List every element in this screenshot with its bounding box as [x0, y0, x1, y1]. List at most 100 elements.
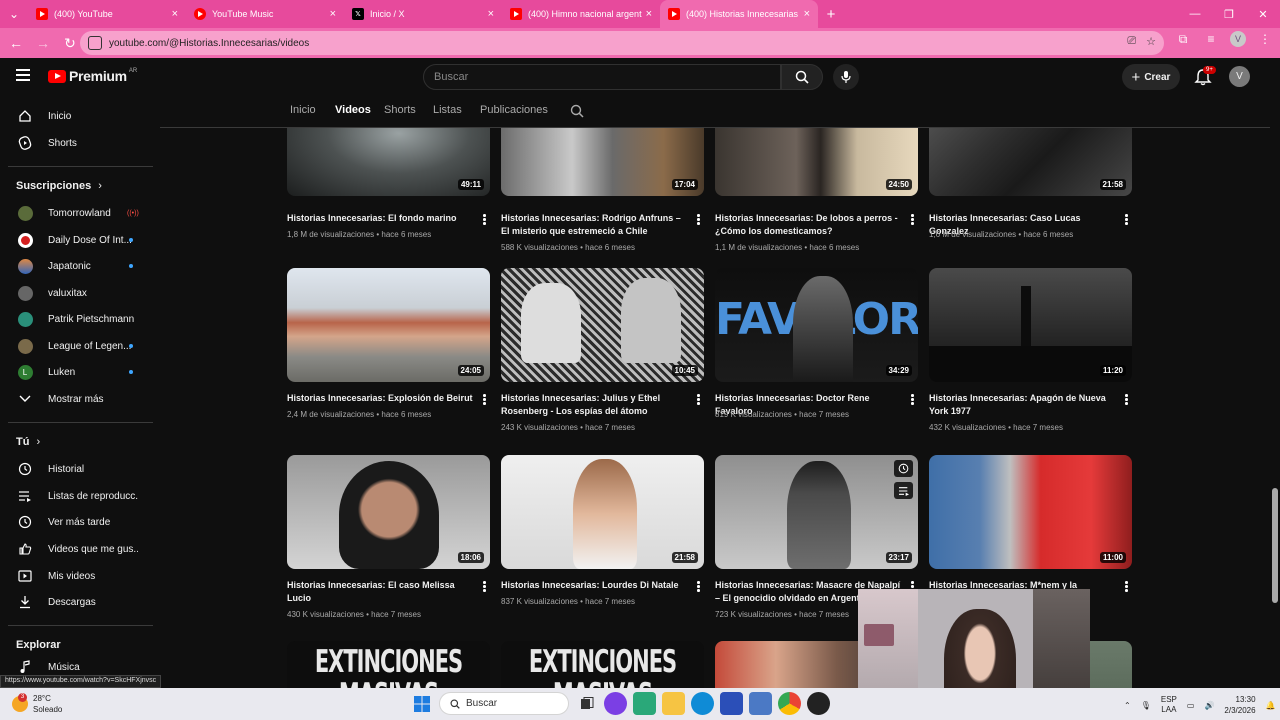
- task-view-icon[interactable]: [575, 692, 598, 715]
- browser-tab[interactable]: (400) Himno nacional argentino ×: [502, 0, 660, 28]
- volume-icon[interactable]: 🔊: [1204, 701, 1214, 710]
- video-thumbnail[interactable]: 18:06: [287, 455, 490, 569]
- sidebar-item-shorts[interactable]: Shorts: [0, 130, 154, 156]
- network-icon[interactable]: ▭: [1187, 701, 1195, 710]
- discord-app-icon[interactable]: [604, 692, 627, 715]
- cast-icon[interactable]: ⎚: [1127, 35, 1136, 48]
- create-button[interactable]: + Crear: [1122, 64, 1180, 90]
- video-thumbnail[interactable]: EXTINCIONES MASIVAS: [287, 641, 490, 688]
- voice-search-button[interactable]: [833, 64, 859, 90]
- browser-tab[interactable]: YouTube Music ×: [186, 0, 344, 28]
- tab-publicaciones[interactable]: Publicaciones: [480, 104, 548, 116]
- more-actions-icon[interactable]: [483, 394, 486, 405]
- video-card[interactable]: 18:06 Historias Innecesarias: El caso Me…: [287, 455, 491, 619]
- browser-profile-avatar[interactable]: V: [1230, 31, 1246, 47]
- video-thumbnail[interactable]: 21:58: [501, 455, 704, 569]
- sidebar-item-home[interactable]: Inicio: [0, 103, 154, 129]
- video-thumbnail[interactable]: FAVALORO 34:29: [715, 268, 918, 382]
- sidebar-item-history[interactable]: Historial: [0, 456, 154, 482]
- sidebar-subscription-item[interactable]: Tomorrowland ((•)): [0, 200, 154, 226]
- video-card[interactable]: 24:50 Historias Innecesarias: De lobos a…: [715, 128, 919, 252]
- tray-overflow-chevron-icon[interactable]: ⌃: [1124, 701, 1131, 710]
- video-thumbnail[interactable]: 21:58: [929, 128, 1132, 196]
- video-title[interactable]: Historias Innecesarias: Julius y Ethel R…: [501, 392, 689, 418]
- video-thumbnail[interactable]: 49:11: [287, 128, 490, 196]
- browser-tab-active[interactable]: (400) Historias Innecesarias - Yo ×: [660, 0, 818, 28]
- video-thumbnail[interactable]: 24:50: [715, 128, 918, 196]
- forward-icon[interactable]: →: [31, 31, 55, 55]
- tab-close-icon[interactable]: ×: [330, 8, 336, 20]
- more-actions-icon[interactable]: [697, 394, 700, 405]
- new-tab-button[interactable]: +: [818, 6, 844, 23]
- reload-icon[interactable]: ↻: [58, 31, 82, 55]
- edge-browser-icon[interactable]: [691, 692, 714, 715]
- video-thumbnail[interactable]: 11:20: [929, 268, 1132, 382]
- video-card[interactable]: 17:04 Historias Innecesarias: Rodrigo An…: [501, 128, 705, 252]
- video-card[interactable]: 23:17 Historias Innecesarias: Masacre de…: [715, 455, 919, 619]
- taskbar-search[interactable]: Buscar: [439, 692, 569, 715]
- video-card[interactable]: 49:11 Historias Innecesarias: El fondo m…: [287, 128, 491, 239]
- sidebar-item-my-videos[interactable]: Mis videos: [0, 563, 154, 589]
- video-card[interactable]: EXTINCIONES MASIVAS: [287, 641, 491, 688]
- youtube-premium-logo[interactable]: Premium AR: [48, 68, 137, 84]
- search-input[interactable]: Buscar: [423, 64, 781, 90]
- video-card[interactable]: EXTINCIONES MASIVAS: [501, 641, 705, 688]
- sidebar-item-watch-later[interactable]: Ver más tarde: [0, 509, 154, 535]
- tab-inicio[interactable]: Inicio: [290, 104, 316, 116]
- sidebar-subscription-item[interactable]: Japatonic: [0, 253, 154, 279]
- microsoft-store-icon[interactable]: [720, 692, 743, 715]
- video-thumbnail[interactable]: EXTINCIONES MASIVAS: [501, 641, 704, 688]
- weather-widget[interactable]: 3 28°C Soleado: [12, 693, 62, 715]
- sidebar-item-downloads[interactable]: Descargas: [0, 589, 154, 615]
- sidebar-item-music[interactable]: Música: [0, 654, 154, 676]
- chrome-browser-icon[interactable]: [778, 692, 801, 715]
- video-title[interactable]: Historias Innecesarias: Apagón de Nueva …: [929, 392, 1117, 418]
- video-card[interactable]: 11:00 Historias Innecesarias: M*nem y la…: [929, 455, 1133, 603]
- video-title[interactable]: Historias Innecesarias: De lobos a perro…: [715, 212, 903, 238]
- tab-close-icon[interactable]: ×: [488, 8, 494, 20]
- video-title[interactable]: Historias Innecesarias: Lourdes Di Natal…: [501, 579, 689, 592]
- add-to-queue-icon[interactable]: [894, 482, 913, 499]
- video-thumbnail[interactable]: 11:00: [929, 455, 1132, 569]
- extensions-icon[interactable]: ⧉: [1174, 32, 1192, 47]
- tab-close-icon[interactable]: ×: [172, 8, 178, 20]
- search-button[interactable]: [781, 64, 823, 90]
- video-thumbnail[interactable]: 24:05: [287, 268, 490, 382]
- account-avatar[interactable]: V: [1229, 66, 1250, 87]
- watch-later-icon[interactable]: [894, 460, 913, 477]
- app-icon[interactable]: [807, 692, 830, 715]
- video-card[interactable]: 11:20 Historias Innecesarias: Apagón de …: [929, 268, 1133, 432]
- video-title[interactable]: Historias Innecesarias: El caso Melissa …: [287, 579, 475, 605]
- browser-menu-icon[interactable]: ⋮: [1256, 32, 1274, 46]
- tab-shorts[interactable]: Shorts: [384, 104, 416, 116]
- video-thumbnail[interactable]: 17:04: [501, 128, 704, 196]
- tab-close-icon[interactable]: ×: [804, 8, 810, 20]
- microphone-tray-icon[interactable]: 🎙: [1141, 701, 1151, 710]
- media-controls-icon[interactable]: ≡: [1202, 32, 1220, 46]
- channel-search-icon[interactable]: [570, 104, 584, 118]
- bookmark-star-icon[interactable]: ☆: [1146, 35, 1156, 48]
- language-indicator[interactable]: ESP LAA: [1161, 695, 1177, 715]
- tab-search-chevron-icon[interactable]: ⌄: [0, 0, 28, 28]
- tab-listas[interactable]: Listas: [433, 104, 462, 116]
- video-title[interactable]: Historias Innecesarias: Rodrigo Anfruns …: [501, 212, 689, 238]
- more-actions-icon[interactable]: [1125, 581, 1128, 592]
- more-actions-icon[interactable]: [911, 214, 914, 225]
- video-card[interactable]: 21:58 Historias Innecesarias: Caso Lucas…: [929, 128, 1133, 239]
- sidebar-subscription-item[interactable]: valuxitax: [0, 280, 154, 306]
- browser-tab[interactable]: (400) YouTube ×: [28, 0, 186, 28]
- app-icon[interactable]: [633, 692, 656, 715]
- video-thumbnail[interactable]: 23:17: [715, 455, 918, 569]
- video-title[interactable]: Historias Innecesarias: El fondo marino: [287, 212, 475, 225]
- video-card[interactable]: FAVALORO 34:29 Historias Innecesarias: D…: [715, 268, 919, 419]
- page-scrollbar[interactable]: [1270, 58, 1280, 688]
- more-actions-icon[interactable]: [911, 394, 914, 405]
- minimize-icon[interactable]: —: [1178, 0, 1212, 28]
- browser-tab[interactable]: 𝕏 Inicio / X ×: [344, 0, 502, 28]
- menu-hamburger-icon[interactable]: [16, 69, 30, 81]
- show-more-button[interactable]: Mostrar más: [0, 386, 154, 412]
- more-actions-icon[interactable]: [697, 581, 700, 592]
- address-bar[interactable]: youtube.com/@Historias.Innecesarias/vide…: [80, 31, 1164, 55]
- video-card[interactable]: 10:45 Historias Innecesarias: Julius y E…: [501, 268, 705, 432]
- more-actions-icon[interactable]: [483, 214, 486, 225]
